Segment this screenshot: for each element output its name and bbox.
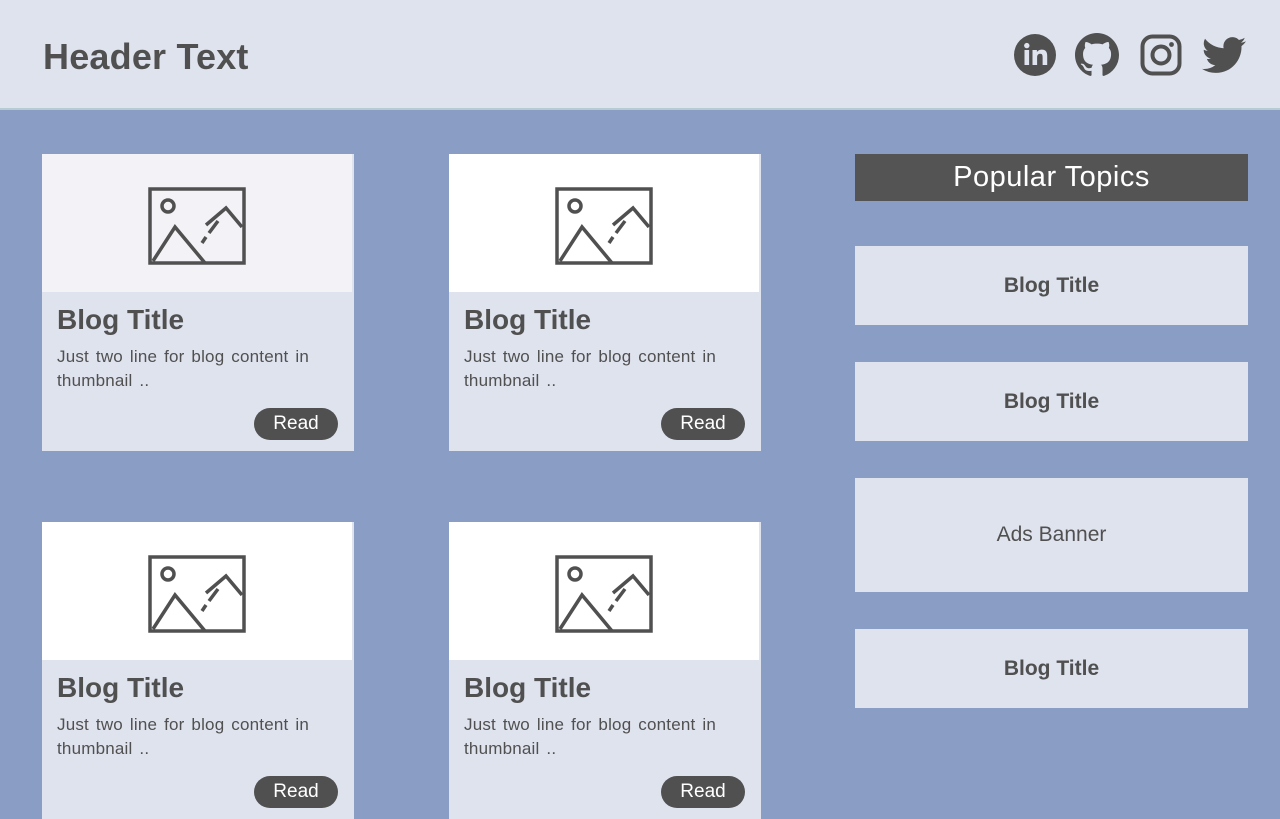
blog-card-excerpt: Just two line for blog content in thumbn… xyxy=(464,715,717,758)
popular-topic-label: Blog Title xyxy=(1003,273,1100,297)
blog-thumbnail xyxy=(42,154,352,292)
blog-card[interactable]: Blog Title Just two line for blog conten… xyxy=(449,522,761,819)
read-button[interactable]: Read xyxy=(661,776,745,808)
blog-card-excerpt: Just two line for blog content in thumbn… xyxy=(57,715,310,758)
popular-topic-label: Blog Title xyxy=(1003,656,1100,680)
blog-card-title: Blog Title xyxy=(57,672,185,703)
popular-topics-heading: Popular Topics xyxy=(855,154,1248,201)
blog-card-title: Blog Title xyxy=(57,304,185,335)
blog-card[interactable]: Blog Title Just two line for blog conten… xyxy=(449,154,761,451)
blog-thumbnail xyxy=(449,154,759,292)
blog-card[interactable]: Blog Title Just two line for blog conten… xyxy=(42,522,354,819)
ads-banner-label: Ads Banner xyxy=(996,523,1107,546)
popular-topic-item[interactable]: Blog Title xyxy=(855,362,1248,441)
image-placeholder-icon xyxy=(148,187,246,266)
popular-topic-item[interactable]: Blog Title xyxy=(855,629,1248,708)
instagram-icon[interactable] xyxy=(1139,33,1183,77)
popular-topic-label: Blog Title xyxy=(1003,389,1100,413)
image-placeholder-icon xyxy=(148,555,246,634)
ads-banner[interactable]: Ads Banner xyxy=(855,478,1248,592)
header-title: Header Text xyxy=(43,36,249,77)
read-button[interactable]: Read xyxy=(254,776,338,808)
read-button[interactable]: Read xyxy=(254,408,338,440)
blog-card-excerpt: Just two line for blog content in thumbn… xyxy=(464,347,717,390)
blog-card-title: Blog Title xyxy=(464,304,592,335)
blog-card-excerpt: Just two line for blog content in thumbn… xyxy=(57,347,310,390)
popular-topic-item[interactable]: Blog Title xyxy=(855,246,1248,325)
twitter-icon[interactable] xyxy=(1202,33,1246,77)
github-icon[interactable] xyxy=(1075,33,1119,77)
image-placeholder-icon xyxy=(555,555,653,634)
linkedin-icon[interactable] xyxy=(1013,33,1057,77)
blog-thumbnail xyxy=(449,522,759,660)
site-header: Header Text xyxy=(0,0,1280,110)
blog-card[interactable]: Blog Title Just two line for blog conten… xyxy=(42,154,354,451)
read-button[interactable]: Read xyxy=(661,408,745,440)
blog-card-title: Blog Title xyxy=(464,672,592,703)
blog-thumbnail xyxy=(42,522,352,660)
image-placeholder-icon xyxy=(555,187,653,266)
